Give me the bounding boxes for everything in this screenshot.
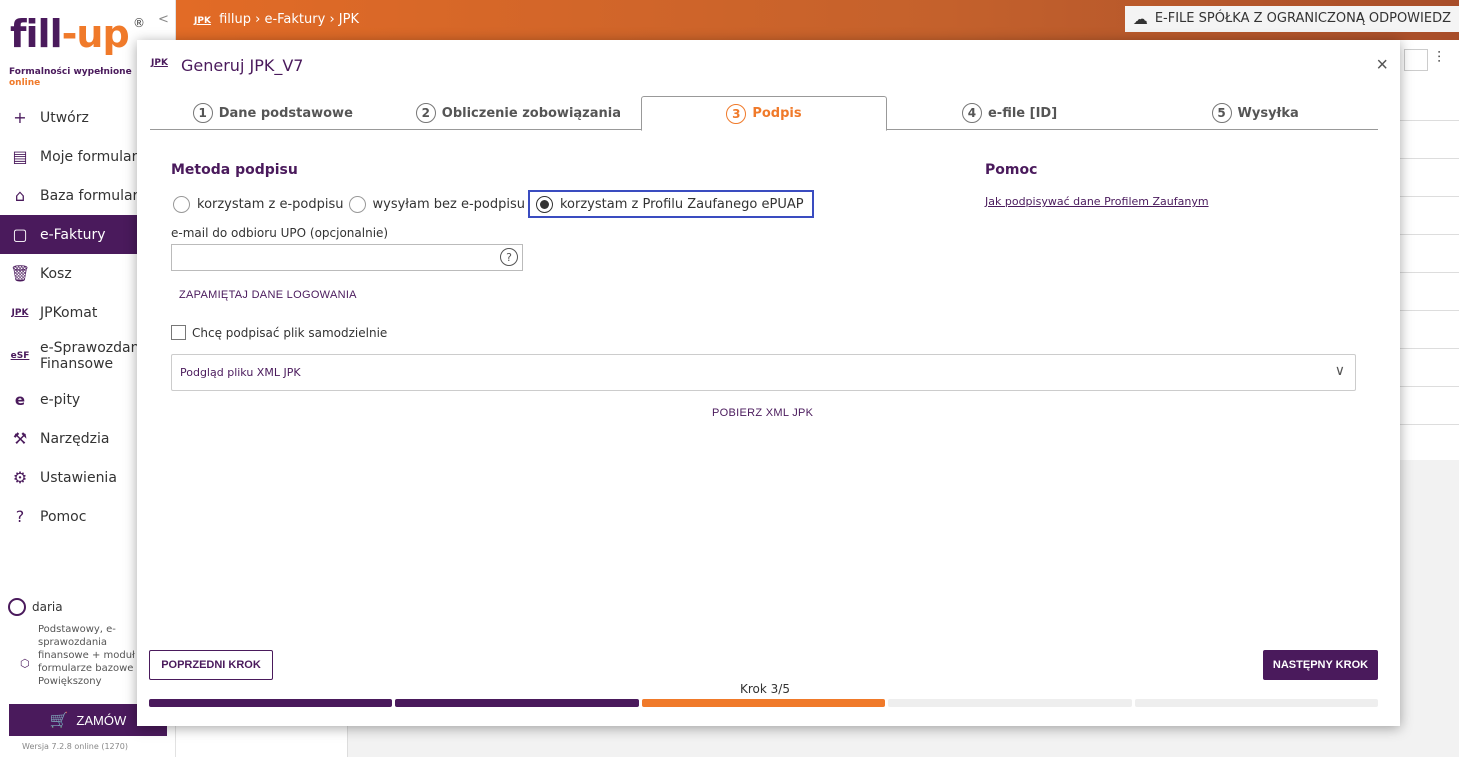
- tab-step-3[interactable]: 3 Podpis: [641, 96, 887, 131]
- version-text: Wersja 7.2.8 online (1270): [22, 742, 128, 751]
- help-icon: ?: [15, 507, 25, 526]
- step-tabs: 1 Dane podstawowe 2 Obliczenie zobowiązani…: [150, 96, 1378, 131]
- help-circle-icon[interactable]: ?: [500, 248, 518, 266]
- generate-jpk-modal: JPK Generuj JPK_V7 × 1 Dane podstawowe 2O…: [137, 40, 1400, 726]
- step-indicator: Krok 3/5: [740, 682, 790, 696]
- progress-segment-5: [1134, 699, 1379, 707]
- plus-icon: +: [13, 108, 27, 127]
- divider: [1400, 120, 1459, 121]
- divider: [1400, 234, 1459, 235]
- xml-preview-dropdown[interactable]: Podgląd pliku XML JPK ∨: [171, 354, 1356, 391]
- invoice-icon: ▢: [12, 225, 28, 244]
- document-icon: ▤: [12, 147, 28, 166]
- radio-circle: [173, 195, 190, 213]
- tab-step-1[interactable]: 1 Dane podstawowe: [150, 96, 396, 130]
- folder-icon: ⌂: [14, 186, 26, 205]
- previous-step-button[interactable]: POPRZEDNI KROK: [149, 650, 273, 680]
- email-field[interactable]: [171, 244, 523, 271]
- signature-method-group: korzystam z e-podpisu wysyłam bez e-podp…: [171, 190, 814, 218]
- user-icon: [8, 598, 26, 616]
- radio-profil-zaufany[interactable]: korzystam z Profilu Zaufanego ePUAP: [527, 190, 814, 218]
- modal-title: Generuj JPK_V7: [181, 56, 304, 75]
- breadcrumb-jpk: JPK: [338, 12, 359, 27]
- help-link[interactable]: Jak podpisywać dane Profilem Zaufanym: [985, 195, 1209, 208]
- radio-circle-selected: [535, 195, 553, 213]
- progress-bar: [149, 699, 1379, 707]
- logo[interactable]: fill-up: [10, 14, 130, 54]
- radio-bez-e-podpisu[interactable]: wysyłam bez e-podpisu: [347, 190, 528, 218]
- divider: [1400, 272, 1459, 273]
- divider: [1400, 158, 1459, 159]
- email-label: e-mail do odbioru UPO (opcjonalnie): [171, 226, 389, 240]
- user-account[interactable]: daria: [8, 598, 63, 616]
- progress-segment-1: [149, 699, 393, 707]
- divider: [1400, 424, 1459, 425]
- jpk-icon: JPK: [151, 58, 168, 68]
- tools-icon: ⚒: [12, 429, 28, 448]
- package-icon: ⬡: [20, 657, 30, 670]
- progress-segment-2: [395, 699, 639, 707]
- filter-icon[interactable]: ⫶: [1437, 48, 1441, 68]
- jpk-icon: JPK: [11, 307, 29, 318]
- progress-segment-4: [888, 699, 1132, 707]
- close-icon[interactable]: ×: [1376, 54, 1388, 77]
- divider: [1400, 196, 1459, 197]
- tab-step-4[interactable]: 4 e-file [ID]: [887, 96, 1133, 130]
- help-title: Pomoc: [985, 162, 1038, 178]
- section-title: Metoda podpisu: [171, 162, 298, 178]
- sign-self-checkbox[interactable]: [171, 325, 186, 340]
- tagline: Formalności wypełnione online: [9, 67, 132, 88]
- progress-segment-3: [641, 699, 886, 707]
- radio-circle: [348, 195, 366, 213]
- tab-step-2[interactable]: 2 Obliczenie zobowiązania: [396, 96, 642, 130]
- save-login-button[interactable]: ZAPAMIĘTAJ DANE LOGOWANIA: [179, 289, 357, 301]
- background-search-input[interactable]: [1404, 49, 1428, 71]
- breadcrumb-e-faktury[interactable]: e-Faktury: [264, 12, 325, 27]
- next-step-button[interactable]: NASTĘPNY KROK: [1263, 650, 1378, 680]
- breadcrumb: JPK fillup › e-Faktury › JPK: [194, 12, 359, 27]
- divider: [1400, 386, 1459, 387]
- cart-icon: 🛒: [49, 712, 69, 729]
- jpk-icon: JPK: [194, 16, 211, 26]
- divider: [1400, 310, 1459, 311]
- trash-icon: 🗑: [10, 264, 31, 283]
- e-pity-icon: e: [14, 390, 26, 409]
- esf-icon: eSF: [10, 351, 30, 361]
- cloud-icon: ☁: [1132, 10, 1148, 28]
- registered-mark: ®: [133, 16, 145, 30]
- company-selector[interactable]: ☁ E-FILE SPÓŁKA Z OGRANICZONĄ ODPOWIEDZ: [1124, 6, 1459, 32]
- tab-step-5[interactable]: 5 Wysyłka: [1132, 96, 1378, 130]
- chevron-down-icon: ∨: [1334, 363, 1345, 379]
- radio-e-podpis[interactable]: korzystam z e-podpisu: [171, 190, 347, 218]
- gear-icon: ⚙: [12, 468, 28, 487]
- collapse-sidebar-icon[interactable]: <: [158, 12, 169, 27]
- sign-self-checkbox-row[interactable]: Chcę podpisać plik samodzielnie: [171, 325, 387, 340]
- top-bar: JPK fillup › e-Faktury › JPK ☁ E-FILE SP…: [176, 0, 1459, 40]
- divider: [1400, 348, 1459, 349]
- download-xml-button[interactable]: POBIERZ XML JPK: [712, 407, 813, 419]
- breadcrumb-fillup[interactable]: fillup: [219, 12, 251, 27]
